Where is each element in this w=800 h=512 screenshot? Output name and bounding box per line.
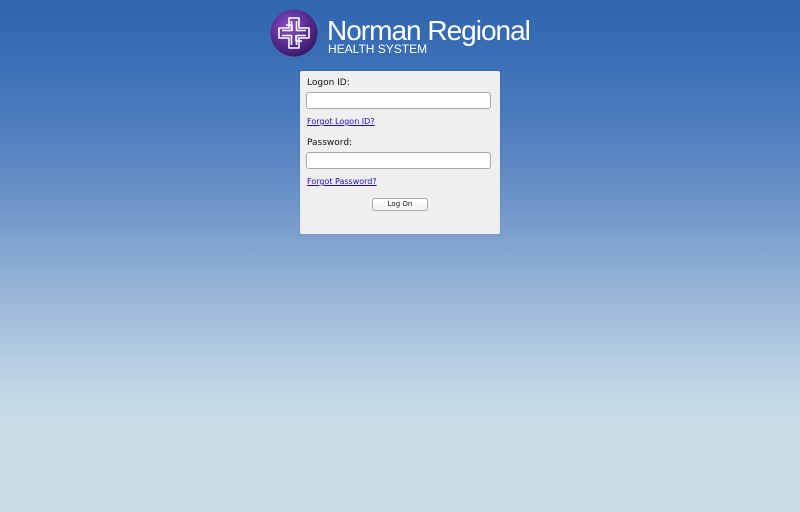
password-input[interactable] (306, 152, 491, 169)
logon-id-input[interactable] (306, 92, 491, 109)
password-label: Password: (307, 138, 353, 148)
norman-regional-logo-icon (270, 9, 318, 57)
brand-subtitle: HEALTH SYSTEM (328, 42, 428, 56)
brand-header: Norman Regional HEALTH SYSTEM (270, 9, 540, 59)
login-panel: Logon ID: Forgot Logon ID? Password: For… (300, 71, 500, 234)
forgot-logon-id-link[interactable]: Forgot Logon ID? (307, 117, 375, 127)
log-on-button[interactable]: Log On (372, 198, 428, 211)
forgot-password-link[interactable]: Forgot Password? (307, 177, 377, 187)
logon-id-label: Logon ID: (307, 78, 350, 88)
brand-name: Norman Regional (327, 15, 531, 46)
